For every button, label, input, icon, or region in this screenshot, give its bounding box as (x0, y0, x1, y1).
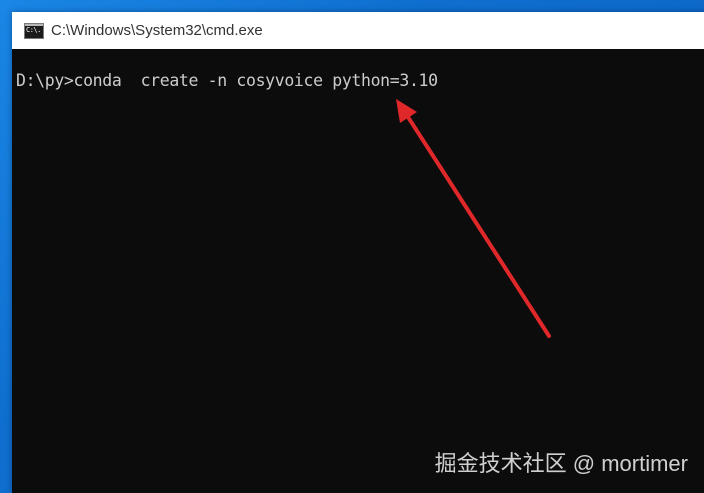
watermark: 掘金技术社区 @ mortimer (434, 451, 688, 476)
cmd-icon (24, 22, 44, 39)
window-title: C:\Windows\System32\cmd.exe (51, 22, 263, 39)
title-bar[interactable]: C:\Windows\System32\cmd.exe (12, 12, 704, 49)
console-area[interactable]: D:\py>conda create -n cosyvoice python=3… (12, 49, 704, 493)
cmd-window[interactable]: C:\Windows\System32\cmd.exe D:\py>conda … (12, 12, 704, 493)
command-line: D:\py>conda create -n cosyvoice python=3… (16, 71, 438, 90)
